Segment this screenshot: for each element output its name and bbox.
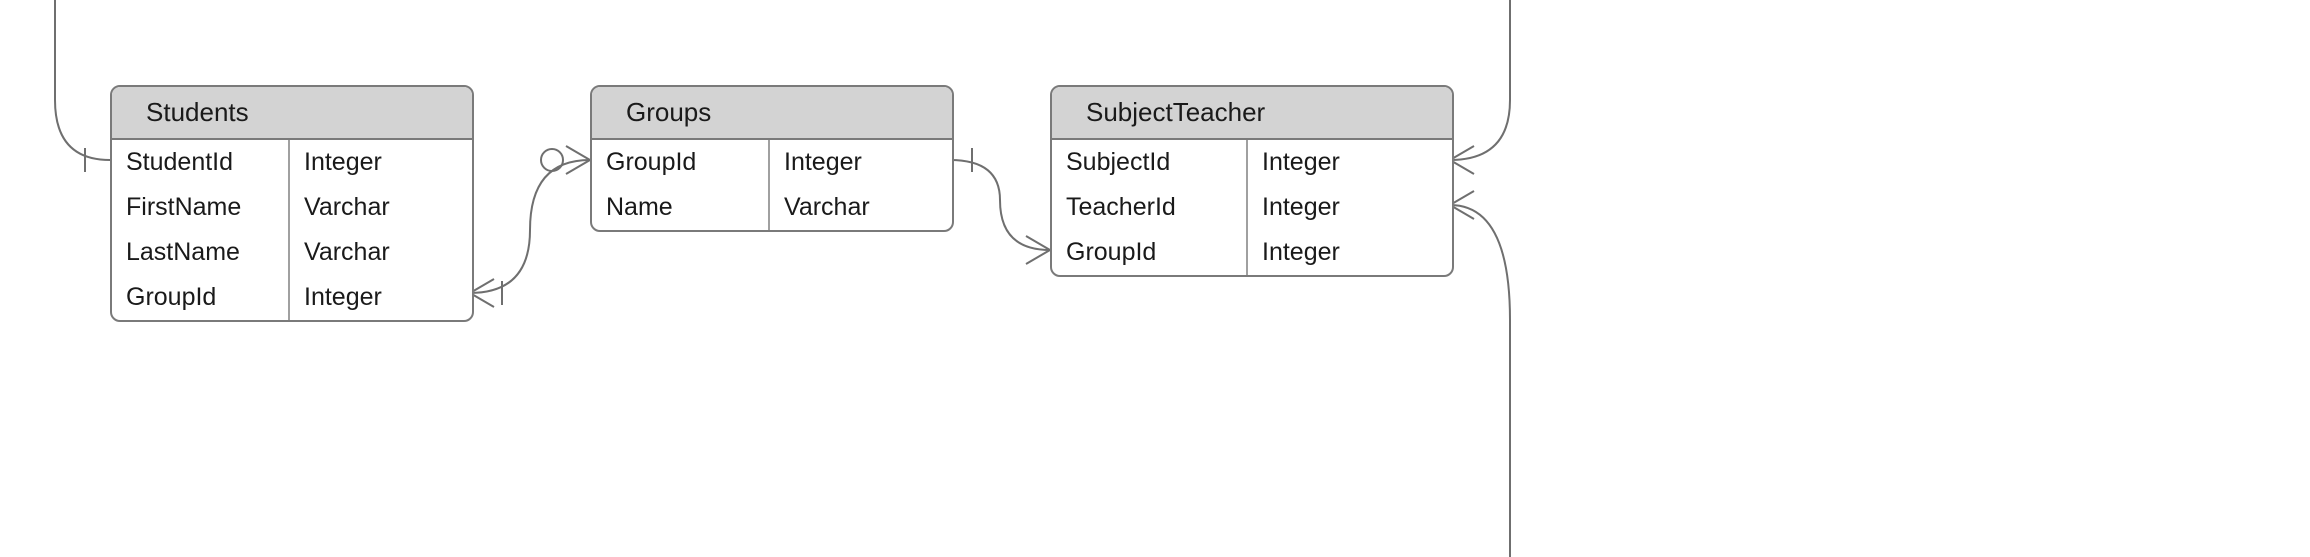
entity-title: Groups [592, 87, 952, 140]
column-name: TeacherId [1052, 185, 1246, 230]
column-type: Integer [770, 140, 950, 185]
entity-subjectteacher: SubjectTeacher SubjectId TeacherId Group… [1050, 85, 1454, 277]
entity-title: Students [112, 87, 472, 140]
er-diagram-canvas: Students StudentId FirstName LastName Gr… [0, 0, 2310, 557]
column-type: Integer [1248, 230, 1450, 275]
column-type: Integer [1248, 140, 1450, 185]
column-type: Varchar [290, 230, 470, 275]
rel-groups-subjectteacher [950, 160, 1050, 250]
column-name: StudentId [112, 140, 288, 185]
column-type: Varchar [770, 185, 950, 230]
entity-students: Students StudentId FirstName LastName Gr… [110, 85, 474, 322]
column-name: GroupId [112, 275, 288, 320]
column-name: SubjectId [1052, 140, 1246, 185]
column-type: Integer [290, 140, 470, 185]
rel-students-left-offscreen [55, 0, 110, 160]
column-type: Varchar [290, 185, 470, 230]
crows-foot-icon [566, 146, 590, 174]
rel-students-groups [470, 160, 590, 293]
column-name: FirstName [112, 185, 288, 230]
zero-circle-icon [541, 149, 563, 171]
rel-subjectteacher-right-top [1450, 0, 1510, 160]
entity-groups: Groups GroupId Name Integer Varchar [590, 85, 954, 232]
rel-subjectteacher-right-bottom [1450, 205, 1510, 557]
column-name: GroupId [1052, 230, 1246, 275]
column-type: Integer [290, 275, 470, 320]
entity-title: SubjectTeacher [1052, 87, 1452, 140]
column-name: GroupId [592, 140, 768, 185]
column-name: LastName [112, 230, 288, 275]
column-type: Integer [1248, 185, 1450, 230]
crows-foot-icon [1026, 236, 1050, 264]
column-name: Name [592, 185, 768, 230]
